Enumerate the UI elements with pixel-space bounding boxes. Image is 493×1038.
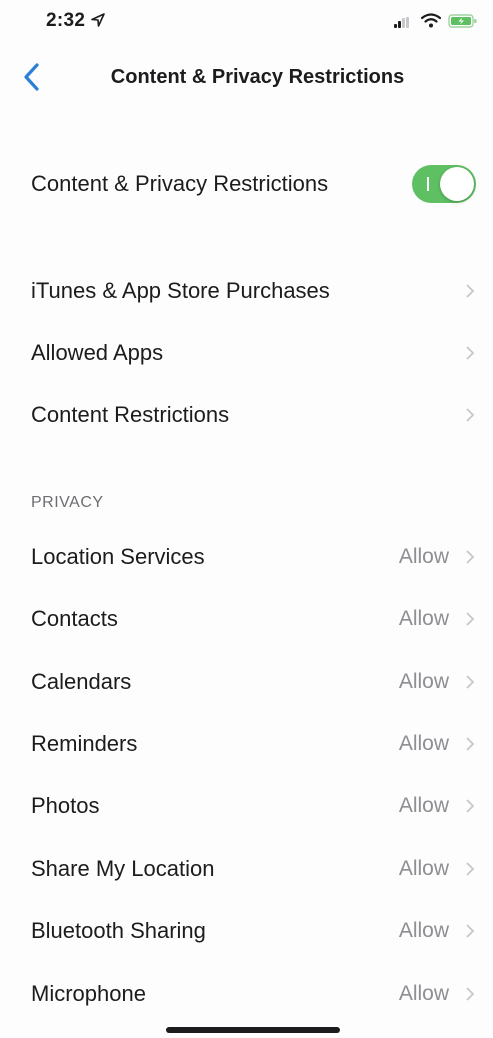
list-item-label: Location Services <box>31 544 205 569</box>
content-privacy-toggle[interactable] <box>412 165 476 203</box>
list-item-value: Allow <box>398 919 449 942</box>
chevron-right-icon <box>466 799 475 813</box>
list-item-label: Allowed Apps <box>31 340 164 365</box>
list-item-photos[interactable]: Photos Allow <box>0 776 493 836</box>
list-item-value: Allow <box>398 982 449 1005</box>
chevron-right-icon <box>466 550 475 564</box>
chevron-right-icon <box>466 612 475 626</box>
chevron-right-icon <box>466 987 475 1001</box>
list-item-share-my-location[interactable]: Share My Location Allow <box>0 839 493 899</box>
toggle-on-mark <box>427 177 429 191</box>
list-item-bluetooth-sharing[interactable]: Bluetooth Sharing Allow <box>0 901 493 961</box>
list-item-itunes-app-store-purchases[interactable]: iTunes & App Store Purchases <box>0 261 493 321</box>
page-title: Content & Privacy Restrictions <box>110 66 405 88</box>
wifi-icon <box>421 13 441 28</box>
list-item-label: iTunes & App Store Purchases <box>31 278 330 303</box>
screen: 2:32 Content & Privacy Restrictions Cont… <box>0 0 493 1038</box>
list-item-value: Allow <box>398 857 449 880</box>
list-item-label: Contacts <box>31 606 118 631</box>
chevron-right-icon <box>466 284 475 298</box>
list-item-label: Photos <box>31 793 100 818</box>
list-item-label: Bluetooth Sharing <box>31 918 206 943</box>
list-item-microphone[interactable]: Microphone Allow <box>0 964 493 1024</box>
list-item-value: Allow <box>398 794 449 817</box>
location-arrow-icon <box>91 13 105 27</box>
list-item-value: Allow <box>398 732 449 755</box>
list-item-label: Share My Location <box>31 856 215 881</box>
list-item-calendars[interactable]: Calendars Allow <box>0 652 493 712</box>
list-item-label: Calendars <box>31 669 132 694</box>
chevron-right-icon <box>466 924 475 938</box>
list-item-location-services[interactable]: Location Services Allow <box>0 527 493 587</box>
list-item-label: Content Restrictions <box>31 402 230 427</box>
chevron-right-icon <box>466 862 475 876</box>
chevron-right-icon <box>466 737 475 751</box>
chevron-right-icon <box>466 346 475 360</box>
list-item-label: Reminders <box>31 731 138 756</box>
list-item-value: Allow <box>398 607 449 630</box>
home-indicator[interactable] <box>166 1027 340 1033</box>
list-item-content-restrictions[interactable]: Content Restrictions <box>0 385 493 445</box>
chevron-right-icon <box>466 408 475 422</box>
toggle-knob <box>440 167 474 201</box>
navigation-bar: Content & Privacy Restrictions <box>0 44 493 110</box>
list-item-value: Allow <box>398 545 449 568</box>
chevron-right-icon <box>466 675 475 689</box>
list-item-reminders[interactable]: Reminders Allow <box>0 714 493 774</box>
cellular-signal-icon <box>394 17 410 28</box>
section-header-privacy: PRIVACY <box>31 494 104 511</box>
battery-charging-icon <box>448 14 477 28</box>
status-time: 2:32 <box>46 10 86 31</box>
list-item-contacts[interactable]: Contacts Allow <box>0 589 493 649</box>
list-item-label: Microphone <box>31 981 146 1006</box>
list-item-allowed-apps[interactable]: Allowed Apps <box>0 323 493 383</box>
status-bar: 2:32 <box>0 0 493 44</box>
list-item-value: Allow <box>398 670 449 693</box>
master-toggle-label: Content & Privacy Restrictions <box>31 171 329 196</box>
